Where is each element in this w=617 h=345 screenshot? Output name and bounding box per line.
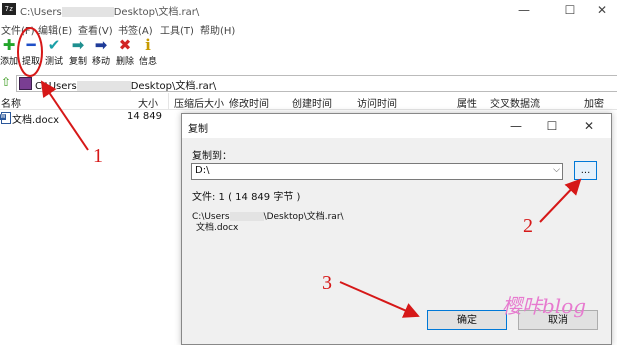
chevron-down-icon[interactable]: ⌵ <box>553 165 560 175</box>
annotation-step-3: 3 <box>322 272 332 294</box>
maximize-button[interactable]: ☐ <box>552 0 588 20</box>
move-button[interactable]: ➡ 移动 <box>90 36 112 70</box>
delete-label: 删除 <box>115 57 134 67</box>
copy-button[interactable]: ➡ 复制 <box>67 36 89 70</box>
column-encrypted[interactable]: 加密 <box>584 95 604 110</box>
delete-icon: ✖ <box>118 36 132 54</box>
annotation-step-2: 2 <box>523 215 533 237</box>
column-separator <box>168 93 169 109</box>
test-label: 测试 <box>44 57 63 67</box>
info-label: 信息 <box>138 57 157 67</box>
watermark: 樱咔blog <box>502 294 587 318</box>
column-header: 名称 大小 压缩后大小 修改时间 创建时间 访问时间 属性 交叉数据流 加密 <box>0 93 617 110</box>
path-field[interactable]: C:\Users Desktop\文档.rar\ <box>16 75 617 92</box>
window-titlebar: 7z C:\Users Desktop\文档.rar\ — ☐ ✕ <box>0 0 617 20</box>
dialog-titlebar: 复制 — ☐ ✕ <box>182 114 611 138</box>
menu-edit[interactable]: 编辑(E) <box>38 22 72 37</box>
file-name: 文档.docx <box>12 115 60 126</box>
info-button[interactable]: i 信息 <box>137 36 159 70</box>
column-created[interactable]: 创建时间 <box>292 95 332 110</box>
dialog-maximize-button[interactable]: ☐ <box>534 116 570 136</box>
add-button[interactable]: ✚ 添加 <box>0 36 18 70</box>
table-row[interactable]: W 文档.docx 14 849 <box>0 110 178 126</box>
menu-view[interactable]: 查看(V) <box>78 22 113 37</box>
path-text: C:\Users Desktop\文档.rar\ <box>35 81 217 92</box>
copy-label: 复制 <box>68 57 87 67</box>
up-folder-icon[interactable]: ⇧ <box>1 76 13 88</box>
dialog-close-button[interactable]: ✕ <box>571 116 607 136</box>
source-file: 文档.docx <box>196 223 239 233</box>
column-packed-size[interactable]: 压缩后大小 <box>174 95 224 110</box>
close-button[interactable]: ✕ <box>584 0 617 20</box>
app-7zip-icon: 7z <box>2 3 16 15</box>
delete-button[interactable]: ✖ 删除 <box>114 36 136 70</box>
menu-file[interactable]: 文件(F) <box>1 22 35 37</box>
column-name[interactable]: 名称 <box>1 95 21 110</box>
extract-label: 提取 <box>21 57 40 67</box>
add-label: 添加 <box>0 57 19 67</box>
destination-combobox[interactable]: D:\ ⌵ <box>191 163 563 180</box>
column-size[interactable]: 大小 <box>138 95 158 110</box>
dialog-minimize-button[interactable]: — <box>498 116 534 136</box>
address-bar: ⇧ C:\Users Desktop\文档.rar\ <box>0 74 617 92</box>
move-icon: ➡ <box>94 36 108 54</box>
test-icon: ✔ <box>47 36 61 54</box>
move-label: 移动 <box>91 57 110 67</box>
annotation-step-1: 1 <box>93 145 103 167</box>
rar-archive-icon <box>19 77 32 90</box>
dialog-title: 复制 <box>188 124 208 135</box>
toolbar: ✚ 添加 ━ 提取 ✔ 测试 ➡ 复制 ➡ 移动 ✖ 删除 i 信息 <box>0 36 617 72</box>
menu-help[interactable]: 帮助(H) <box>200 22 235 37</box>
file-size: 14 849 <box>127 111 162 122</box>
copy-to-label: 复制到： <box>192 151 232 162</box>
column-attributes[interactable]: 属性 <box>457 95 477 110</box>
window-title: C:\Users Desktop\文档.rar\ <box>20 7 200 18</box>
add-icon: ✚ <box>2 36 16 54</box>
minimize-button[interactable]: — <box>506 0 542 20</box>
destination-value: D:\ <box>195 165 210 176</box>
extract-icon: ━ <box>26 36 36 54</box>
column-alt-streams[interactable]: 交叉数据流 <box>490 95 540 110</box>
word-badge-icon: W <box>0 114 6 120</box>
menu-bookmarks[interactable]: 书签(A) <box>118 22 153 37</box>
test-button[interactable]: ✔ 测试 <box>43 36 65 70</box>
copy-icon: ➡ <box>71 36 85 54</box>
column-modified[interactable]: 修改时间 <box>229 95 269 110</box>
extract-button[interactable]: ━ 提取 <box>20 36 42 70</box>
info-icon: i <box>145 36 151 54</box>
files-info: 文件: 1 ( 14 849 字节 ) <box>192 192 301 203</box>
ok-button[interactable]: 确定 <box>427 310 507 330</box>
browse-button[interactable]: ... <box>574 161 597 180</box>
column-accessed[interactable]: 访问时间 <box>357 95 397 110</box>
menu-tools[interactable]: 工具(T) <box>160 22 194 37</box>
menu-bar: 文件(F) 编辑(E) 查看(V) 书签(A) 工具(T) 帮助(H) <box>0 20 617 37</box>
